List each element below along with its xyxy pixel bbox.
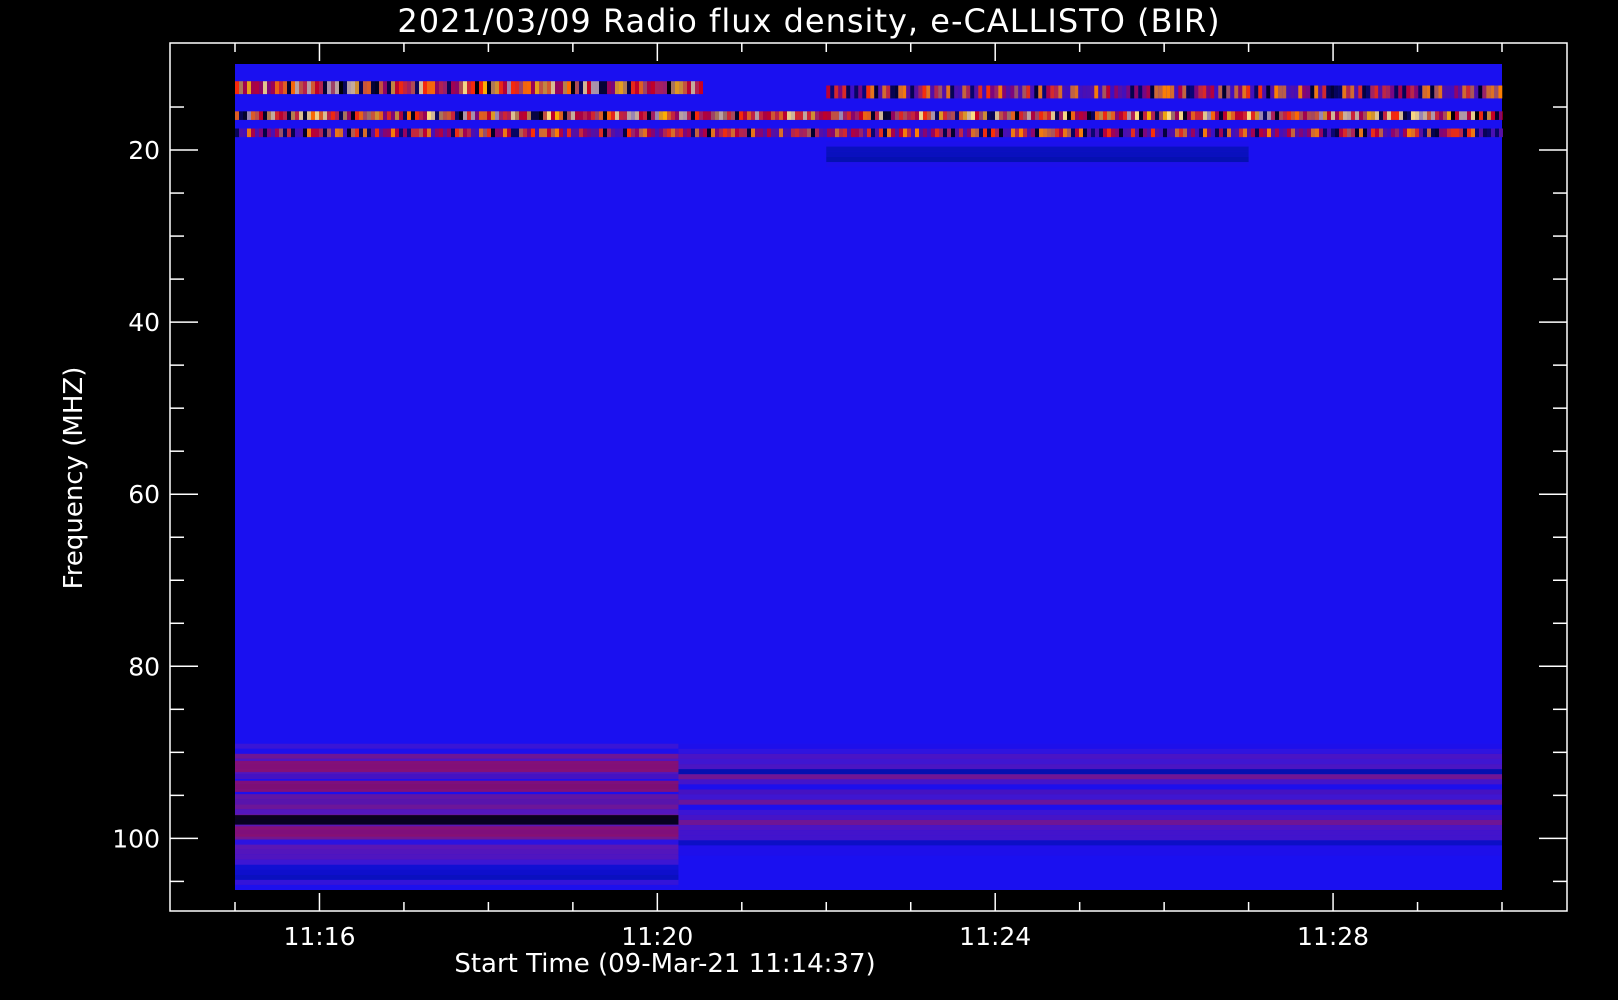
- chart-title: 2021/03/09 Radio flux density, e-CALLIST…: [397, 2, 1220, 40]
- spectral-feature: [235, 81, 703, 95]
- y-tick-label: 60: [128, 480, 160, 509]
- x-tick-label: 11:28: [1297, 922, 1369, 951]
- spectral-feature: [678, 743, 1502, 856]
- spectrogram-image: [235, 64, 1503, 890]
- x-tick-label: 11:20: [621, 922, 693, 951]
- y-axis-label: Frequency (MHZ): [59, 367, 89, 590]
- x-tick-label: 11:16: [283, 922, 355, 951]
- y-tick-label: 100: [112, 824, 160, 853]
- spectral-band: [235, 815, 679, 825]
- x-tick-label: 11:24: [959, 922, 1031, 951]
- spectral-feature: [235, 111, 1503, 120]
- spectral-band: [235, 760, 679, 773]
- spectral-band: [235, 826, 679, 837]
- y-tick-label: 40: [128, 308, 160, 337]
- spectral-band: [235, 780, 679, 792]
- spectral-feature: [826, 141, 1249, 168]
- y-tick-label: 20: [128, 136, 160, 165]
- spectral-feature: [235, 128, 1503, 138]
- y-tick-label: 80: [128, 652, 160, 681]
- x-axis-label: Start Time (09-Mar-21 11:14:37): [454, 949, 875, 979]
- spectral-feature: [826, 85, 1503, 99]
- spectrogram-figure: 2021/03/09 Radio flux density, e-CALLIST…: [59, 2, 1568, 979]
